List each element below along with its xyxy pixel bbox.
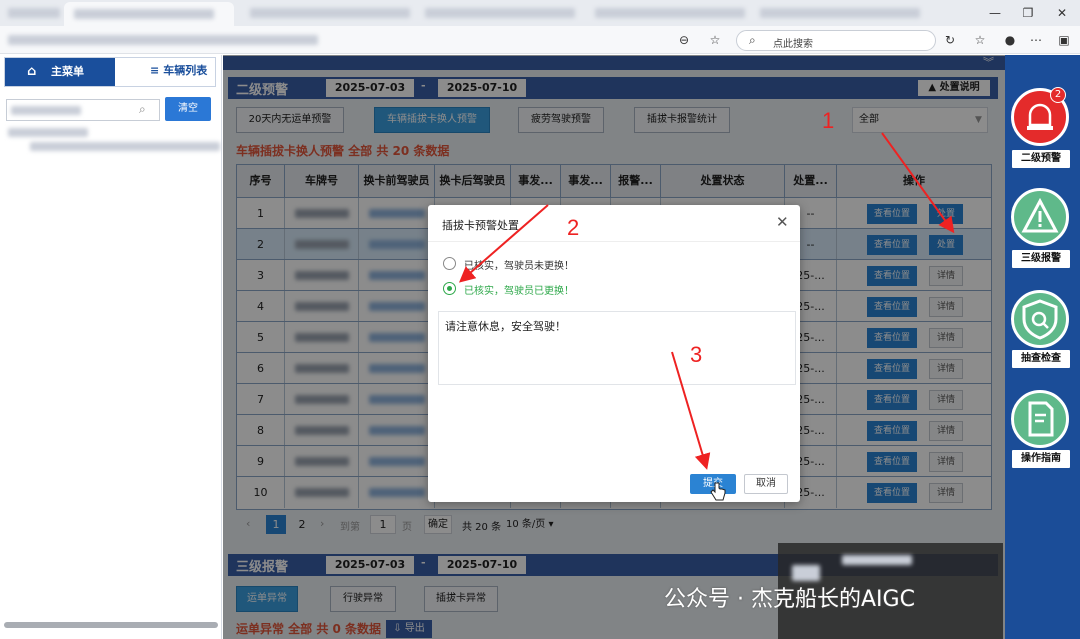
arrow-1	[881, 132, 955, 234]
annotation-number-3: 3	[690, 342, 703, 367]
annotation-number-2: 2	[567, 215, 580, 240]
watermark-overlay: 公众号 · 杰克船长的AIGC	[664, 543, 1003, 639]
watermark-text: 公众号 · 杰克船长的AIGC	[664, 587, 915, 612]
arrow-3	[671, 351, 711, 470]
annotation-number-1: 1	[822, 108, 835, 133]
arrow-2	[458, 204, 549, 283]
